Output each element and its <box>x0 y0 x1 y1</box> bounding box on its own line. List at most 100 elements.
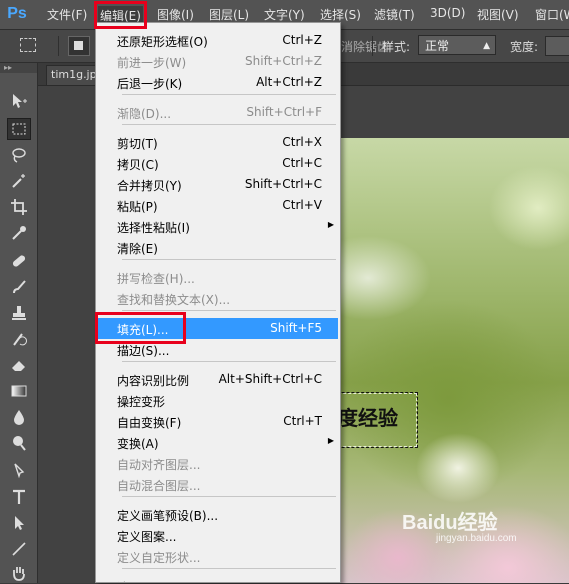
menu-item-shortcut: Ctrl+V <box>282 198 322 212</box>
pen-tool-icon[interactable] <box>7 460 31 482</box>
menu-layer[interactable]: 图层(L) <box>209 6 249 23</box>
menu-item-label: 拷贝(C) <box>117 158 159 172</box>
menu-item-define-brush-preset[interactable]: 定义画笔预设(B)... <box>98 504 338 525</box>
baidu-watermark: Baidu经验 jingyan.baidu.com <box>402 506 517 544</box>
menu-item-undo[interactable]: 还原矩形选框(O) Ctrl+Z <box>98 30 338 51</box>
menu-window[interactable]: 窗口(W) <box>535 6 569 23</box>
tool-panel: ▸▸ <box>0 63 38 583</box>
clone-stamp-tool-icon[interactable] <box>7 302 31 324</box>
menu-item-label: 自动对齐图层... <box>117 458 201 472</box>
menu-item-label: 后退一步(K) <box>117 77 183 91</box>
eyedropper-tool-icon[interactable] <box>7 222 31 244</box>
edit-menu-dropdown: 还原矩形选框(O) Ctrl+Z 前进一步(W) Shift+Ctrl+Z 后退一步(K… <box>95 22 341 583</box>
menu-item-paste-special[interactable]: 选择性粘贴(I) ▶ <box>98 216 338 237</box>
new-selection-button[interactable] <box>68 36 90 56</box>
width-label: 宽度: <box>510 40 539 54</box>
menu-separator <box>122 568 336 569</box>
menu-item-define-pattern[interactable]: 定义图案... <box>98 525 338 546</box>
style-select[interactable]: 正常 ▲ <box>418 35 496 55</box>
menu-item-step-backward[interactable]: 后退一步(K) Alt+Ctrl+Z <box>98 72 338 93</box>
menu-item-label: 自由变换(F) <box>117 416 182 430</box>
menu-item-label: 自动混合图层... <box>117 479 201 493</box>
menu-item-label: 操控变形 <box>117 395 166 409</box>
dodge-tool-icon[interactable] <box>7 432 31 454</box>
width-input[interactable] <box>545 36 569 56</box>
menu-item-label: 拼写检查(H)... <box>117 272 195 286</box>
submenu-arrow-icon: ▶ <box>327 220 334 229</box>
menu-file[interactable]: 文件(F) <box>47 6 87 23</box>
menu-item-cut[interactable]: 剪切(T) Ctrl+X <box>98 132 338 153</box>
line-tool-icon[interactable] <box>7 538 31 560</box>
menu-item-free-transform[interactable]: 自由变换(F) Ctrl+T <box>98 411 338 432</box>
lasso-tool-icon[interactable] <box>7 144 31 166</box>
menu-type[interactable]: 文字(Y) <box>264 6 305 23</box>
marquee-preset-icon[interactable] <box>20 38 36 52</box>
menu-view[interactable]: 视图(V) <box>477 6 519 23</box>
move-tool-icon[interactable] <box>7 90 31 112</box>
menu-filter[interactable]: 滤镜(T) <box>374 6 415 23</box>
options-divider <box>58 36 59 56</box>
history-brush-tool-icon[interactable] <box>7 328 31 350</box>
blur-tool-icon[interactable] <box>7 406 31 428</box>
menu-item-label: 描边(S)... <box>117 344 170 358</box>
hand-tool-icon[interactable] <box>7 562 31 584</box>
menu-image[interactable]: 图像(I) <box>157 6 194 23</box>
menu-item-fade[interactable]: 渐隐(D)... Shift+Ctrl+F <box>98 102 338 123</box>
menu-item-copy-merged[interactable]: 合并拷贝(Y) Shift+Ctrl+C <box>98 174 338 195</box>
watermark-url: jingyan.baidu.com <box>436 533 517 544</box>
gradient-tool-icon[interactable] <box>7 380 31 402</box>
menu-item-shortcut: Shift+Ctrl+Z <box>245 54 322 68</box>
healing-brush-tool-icon[interactable] <box>7 250 31 272</box>
menu-item-label: 选择性粘贴(I) <box>117 221 190 235</box>
menu-item-shortcut: Ctrl+Z <box>282 33 322 47</box>
menu-separator <box>122 310 336 311</box>
menu-item-clear[interactable]: 清除(E) <box>98 237 338 258</box>
menu-item-spell-check[interactable]: 拼写检查(H)... <box>98 267 338 288</box>
type-tool-icon[interactable] <box>7 486 31 508</box>
menu-item-label: 还原矩形选框(O) <box>117 35 208 49</box>
menu-item-step-forward[interactable]: 前进一步(W) Shift+Ctrl+Z <box>98 51 338 72</box>
magic-wand-tool-icon[interactable] <box>7 170 31 192</box>
collapse-panel-icon[interactable]: ▸▸ <box>0 63 37 73</box>
menu-item-label: 渐隐(D)... <box>117 107 172 121</box>
menu-item-label: 清除(E) <box>117 242 158 256</box>
menu-item-copy[interactable]: 拷贝(C) Ctrl+C <box>98 153 338 174</box>
menu-item-shortcut: Ctrl+T <box>283 414 322 428</box>
menu-item-label: 定义图案... <box>117 530 177 544</box>
menu-item-purge[interactable]: 清理(R)▶ <box>98 576 338 582</box>
menu-item-label: 定义自定形状... <box>117 551 201 565</box>
menu-item-puppet-warp[interactable]: 操控变形 <box>98 390 338 411</box>
menu-select[interactable]: 选择(S) <box>320 6 361 23</box>
menu-item-shortcut: Shift+Ctrl+F <box>246 105 322 119</box>
menu-item-label: 剪切(T) <box>117 137 158 151</box>
menu-3d[interactable]: 3D(D) <box>430 6 465 20</box>
menu-item-auto-align-layers[interactable]: 自动对齐图层... <box>98 453 338 474</box>
menu-item-paste[interactable]: 粘贴(P) Ctrl+V <box>98 195 338 216</box>
menu-separator <box>122 259 336 260</box>
menu-item-auto-blend-layers[interactable]: 自动混合图层... <box>98 474 338 495</box>
menu-item-content-aware-scale[interactable]: 内容识别比例 Alt+Shift+Ctrl+C <box>98 369 338 390</box>
crop-tool-icon[interactable] <box>7 196 31 218</box>
menu-item-shortcut: Alt+Shift+Ctrl+C <box>218 372 322 386</box>
path-selection-tool-icon[interactable] <box>7 512 31 534</box>
menu-item-label: 查找和替换文本(X)... <box>117 293 231 307</box>
canvas-text: 度经验 <box>338 406 398 430</box>
menu-item-find-replace[interactable]: 查找和替换文本(X)... <box>98 288 338 309</box>
menu-item-define-custom-shape[interactable]: 定义自定形状... <box>98 546 338 567</box>
chevron-down-icon: ▲ <box>483 41 490 51</box>
menu-separator <box>122 496 336 497</box>
menu-item-label: 粘贴(P) <box>117 200 158 214</box>
menu-item-transform[interactable]: 变换(A) ▶ <box>98 432 338 453</box>
menu-item-shortcut: Shift+Ctrl+C <box>244 177 322 191</box>
menu-separator <box>122 94 336 95</box>
photoshop-logo: Ps <box>7 5 27 22</box>
submenu-arrow-icon: ▶ <box>327 436 334 445</box>
menu-item-label: 定义画笔预设(B)... <box>117 509 219 523</box>
rect-marquee-tool-icon[interactable] <box>7 118 31 140</box>
eraser-tool-icon[interactable] <box>7 354 31 376</box>
menu-item-label: 前进一步(W) <box>117 56 187 70</box>
menu-item-shortcut: Ctrl+C <box>282 156 322 170</box>
brush-tool-icon[interactable] <box>7 276 31 298</box>
menu-item-shortcut: Shift+F5 <box>270 321 322 335</box>
annotation-box-edit-menu <box>94 1 147 29</box>
